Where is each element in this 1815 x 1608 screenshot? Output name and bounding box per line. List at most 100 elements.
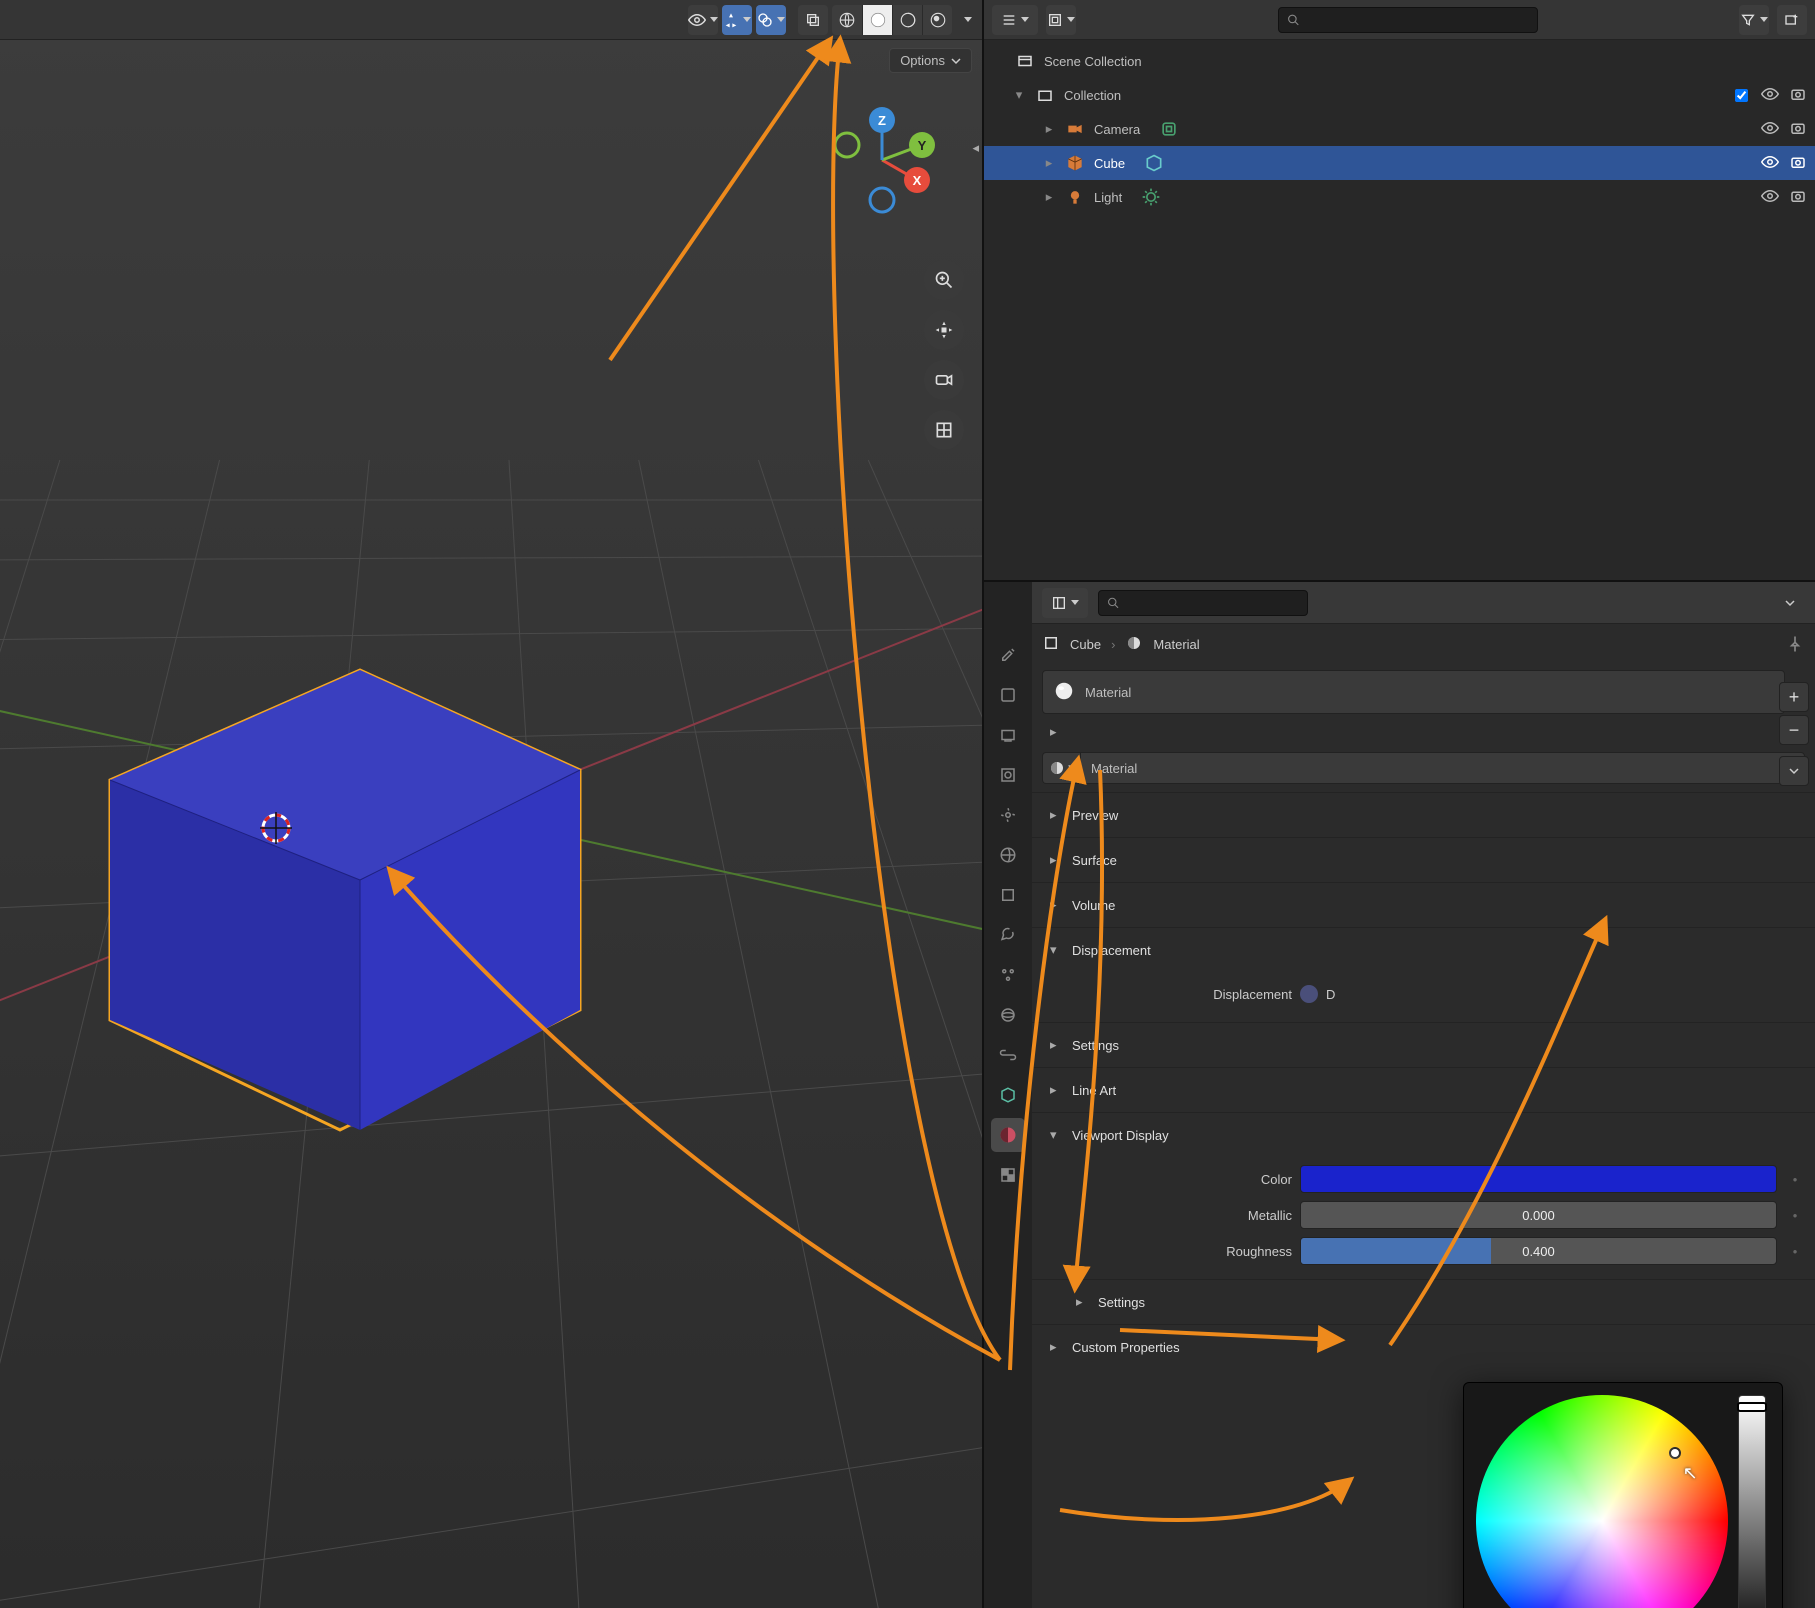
animate-dot[interactable]: • [1785, 1208, 1805, 1223]
section-surface[interactable]: ▸Surface [1032, 838, 1815, 882]
tab-tool[interactable] [991, 638, 1025, 672]
properties-search[interactable] [1098, 590, 1308, 616]
render-icon[interactable] [1789, 153, 1807, 174]
metallic-value: 0.000 [1522, 1208, 1555, 1223]
tab-object[interactable] [991, 878, 1025, 912]
eye-icon[interactable] [1761, 187, 1779, 208]
nav-gizmo[interactable]: X Y Z [822, 100, 942, 220]
outliner-display-mode[interactable] [1046, 5, 1076, 35]
outliner-new-collection[interactable] [1777, 5, 1807, 35]
n-panel-toggle[interactable]: ◂ [972, 140, 979, 156]
tab-modifiers[interactable] [991, 918, 1025, 952]
render-icon[interactable] [1789, 187, 1807, 208]
cube-mesh[interactable] [60, 640, 600, 1140]
shading-mode-group [832, 5, 952, 35]
color-label: Color [1092, 1172, 1292, 1187]
shading-rendered[interactable] [922, 5, 952, 35]
render-icon[interactable] [1789, 119, 1807, 140]
color-wheel-cursor[interactable] [1669, 1447, 1681, 1459]
xray-toggle[interactable] [798, 5, 828, 35]
outliner-scene-collection[interactable]: Scene Collection [984, 44, 1815, 78]
viewport-3d[interactable]: Options ◂ [0, 0, 984, 1608]
section-settings[interactable]: ▸Settings [1032, 1023, 1815, 1067]
outliner-tree[interactable]: Scene Collection ▾ Collection ▸ [984, 40, 1815, 580]
pan-icon[interactable] [924, 310, 964, 350]
viewport-options-pulldown[interactable]: Options [889, 48, 972, 73]
tab-scene[interactable] [991, 798, 1025, 832]
section-viewport-display[interactable]: ▾Viewport Display [1032, 1113, 1815, 1157]
color-picker-popup[interactable]: ↖ RGB HSV Hex Hue0.664 Saturation0.947 V… [1463, 1382, 1783, 1608]
gizmo-toggle[interactable] [722, 5, 752, 35]
breadcrumb: Cube › Material [1032, 624, 1815, 664]
tab-physics[interactable] [991, 998, 1025, 1032]
breadcrumb-object[interactable]: Cube [1070, 637, 1101, 652]
shading-material[interactable] [892, 5, 922, 35]
section-displacement[interactable]: ▾Displacement [1032, 928, 1815, 972]
tab-viewlayer[interactable] [991, 758, 1025, 792]
outliner-item-camera[interactable]: ▸ Camera [984, 112, 1815, 146]
outliner-collection[interactable]: ▾ Collection [984, 78, 1815, 112]
tab-constraints[interactable] [991, 1038, 1025, 1072]
collection-enable-checkbox[interactable] [1735, 89, 1748, 102]
properties-search-input[interactable] [1126, 594, 1299, 611]
outliner-search-input[interactable] [1305, 11, 1528, 28]
tab-data[interactable] [991, 1078, 1025, 1112]
section-lineart[interactable]: ▸Line Art [1032, 1068, 1815, 1112]
metallic-slider[interactable]: 0.000 [1300, 1201, 1777, 1229]
viewport-color-field[interactable] [1300, 1165, 1777, 1193]
zoom-icon[interactable] [924, 260, 964, 300]
properties-editor: Cube › Material Material + − ▸ ▾ [984, 582, 1815, 1608]
section-volume-label: Volume [1072, 898, 1115, 913]
value-slider[interactable] [1738, 1395, 1766, 1608]
shading-solid[interactable] [862, 5, 892, 35]
section-displacement-label: Displacement [1072, 943, 1151, 958]
material-name-field[interactable]: Material [1080, 752, 1805, 784]
section-settings2[interactable]: ▸Settings [1032, 1280, 1815, 1324]
expand-slots[interactable]: ▸ [1032, 720, 1815, 744]
material-sphere-icon [1053, 680, 1075, 705]
properties-tabs [984, 582, 1032, 1608]
viewport-color-row: Color • [1092, 1161, 1805, 1197]
material-slot[interactable]: Material [1042, 670, 1785, 714]
light-label: Light [1094, 190, 1122, 205]
tab-render[interactable] [991, 678, 1025, 712]
tab-particles[interactable] [991, 958, 1025, 992]
outliner-item-light[interactable]: ▸ Light [984, 180, 1815, 214]
section-custom-props[interactable]: ▸Custom Properties [1032, 1325, 1815, 1369]
roughness-slider[interactable]: 0.400 [1300, 1237, 1777, 1265]
nav-buttons [924, 260, 964, 450]
material-slot-menu[interactable] [1779, 756, 1809, 786]
roughness-value: 0.400 [1522, 1244, 1555, 1259]
render-icon[interactable] [1789, 85, 1807, 106]
properties-editor-type[interactable] [1042, 588, 1088, 618]
eye-icon[interactable] [1761, 119, 1779, 140]
pin-icon[interactable] [1785, 634, 1805, 654]
animate-dot[interactable]: • [1785, 1172, 1805, 1187]
properties-options[interactable] [1775, 588, 1805, 618]
camera-view-icon[interactable] [924, 360, 964, 400]
tab-material[interactable] [991, 1118, 1025, 1152]
outliner-search[interactable] [1278, 7, 1538, 33]
remove-material-slot[interactable]: − [1779, 715, 1809, 745]
shading-options-dropdown[interactable] [956, 5, 976, 35]
tab-output[interactable] [991, 718, 1025, 752]
add-material-slot[interactable]: + [1779, 682, 1809, 712]
color-wheel[interactable]: ↖ [1476, 1395, 1728, 1608]
outliner-editor-type[interactable] [992, 5, 1038, 35]
eye-icon[interactable] [1761, 153, 1779, 174]
animate-dot[interactable]: • [1785, 1244, 1805, 1259]
section-preview[interactable]: ▸Preview [1032, 793, 1815, 837]
overlay-toggle[interactable] [756, 5, 786, 35]
tab-texture[interactable] [991, 1158, 1025, 1192]
tab-world[interactable] [991, 838, 1025, 872]
material-browse[interactable]: ▾ [1042, 752, 1080, 784]
section-volume[interactable]: ▸Volume [1032, 883, 1815, 927]
node-socket-icon[interactable] [1300, 985, 1318, 1003]
visibility-menu[interactable] [688, 5, 718, 35]
outliner-item-cube[interactable]: ▸ Cube [984, 146, 1815, 180]
eye-icon[interactable] [1761, 85, 1779, 106]
perspective-icon[interactable] [924, 410, 964, 450]
outliner-filter[interactable] [1739, 5, 1769, 35]
shading-wireframe[interactable] [832, 5, 862, 35]
breadcrumb-material[interactable]: Material [1153, 637, 1199, 652]
